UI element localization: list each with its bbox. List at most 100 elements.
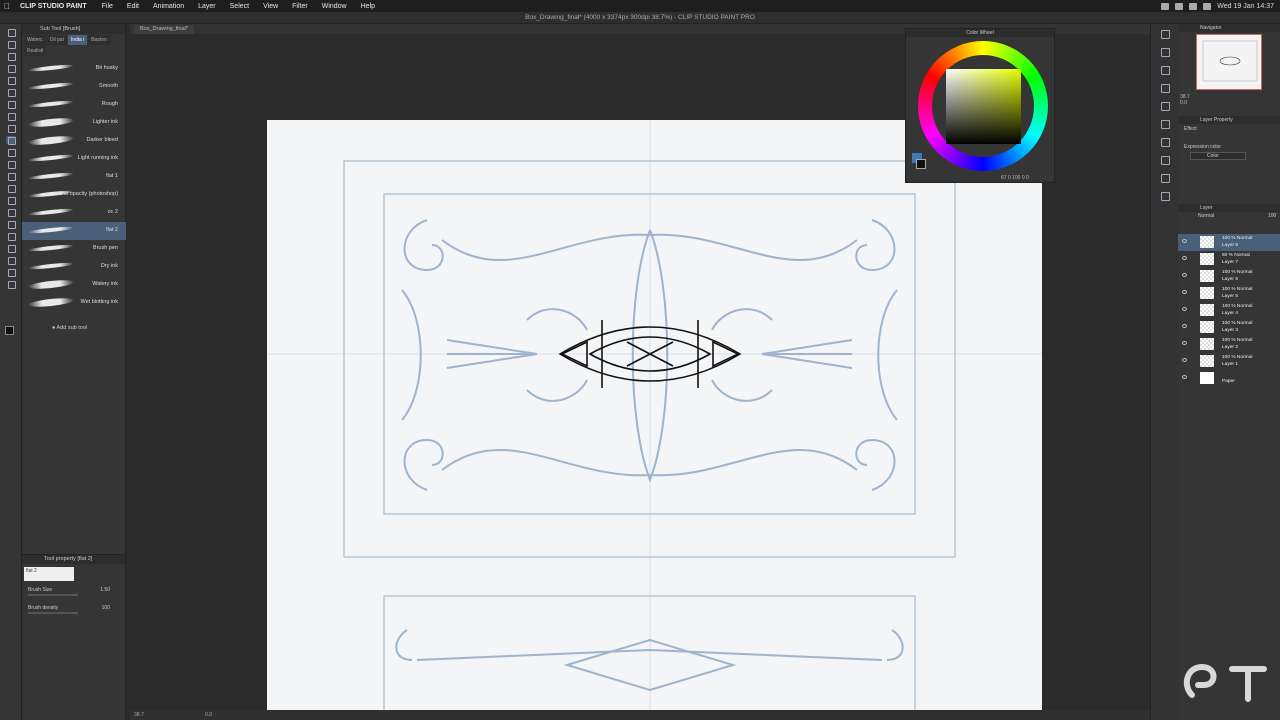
menu-view[interactable]: View	[256, 3, 285, 10]
brush-item[interactable]: Rough	[22, 96, 126, 114]
group-tab-oil-paint[interactable]: Oil pai	[46, 35, 67, 45]
brush-tool-icon[interactable]	[6, 136, 16, 145]
layer-row[interactable]: 60 % Normal Layer 7	[1178, 251, 1280, 268]
main-color-swatch[interactable]	[5, 326, 14, 335]
angle-readout[interactable]: 0.0	[205, 712, 212, 718]
line-correction-tool-icon[interactable]	[6, 280, 16, 289]
menu-help[interactable]: Help	[354, 3, 382, 10]
menu-animation[interactable]: Animation	[146, 3, 191, 10]
timeline-icon[interactable]	[1161, 192, 1170, 201]
operation-tool-icon[interactable]	[6, 52, 16, 61]
eraser-tool-icon[interactable]	[6, 172, 16, 181]
text-tool-icon[interactable]	[6, 256, 16, 265]
menu-file[interactable]: File	[95, 3, 120, 10]
zoom-readout[interactable]: 38.7	[134, 712, 144, 718]
eyedropper-tool-icon[interactable]	[6, 100, 16, 109]
gradient-tool-icon[interactable]	[6, 208, 16, 217]
visibility-icon[interactable]	[1182, 256, 1187, 260]
figure-tool-icon[interactable]	[6, 220, 16, 229]
brush-item[interactable]: round opacity (photoshop)	[22, 186, 126, 204]
visibility-icon[interactable]	[1182, 324, 1187, 328]
visibility-icon[interactable]	[1182, 239, 1187, 243]
paper-canvas[interactable]	[267, 120, 1042, 710]
visibility-icon[interactable]	[1182, 341, 1187, 345]
zoom-tool-icon[interactable]	[6, 28, 16, 37]
brush-size-slider[interactable]	[28, 594, 78, 596]
brush-item[interactable]: Wet blotting ink	[22, 294, 126, 312]
status-icon[interactable]	[1161, 2, 1170, 10]
add-subtool-button[interactable]: ● Add sub tool	[52, 325, 87, 331]
layer-row[interactable]: 100 % Normal Layer 4	[1178, 302, 1280, 319]
balloon-tool-icon[interactable]	[6, 268, 16, 277]
brush-item[interactable]: Dry ink	[22, 258, 126, 276]
sub-view-icon[interactable]	[1161, 48, 1170, 57]
layer-row[interactable]: 100 % Normal Layer 5	[1178, 285, 1280, 302]
wifi-icon[interactable]	[1175, 2, 1184, 10]
visibility-icon[interactable]	[1182, 273, 1187, 277]
navigator-thumbnail[interactable]	[1196, 34, 1262, 90]
brush-item-selected[interactable]: flat 2	[22, 222, 126, 240]
layer-search-icon[interactable]	[1161, 84, 1170, 93]
color-set-icon[interactable]	[1161, 120, 1170, 129]
menu-window[interactable]: Window	[315, 3, 354, 10]
layer-row-selected[interactable]: 100 % Normal Layer 8	[1178, 234, 1280, 251]
brush-item[interactable]: flat 1	[22, 168, 126, 186]
brush-item[interactable]: Brush pen	[22, 240, 126, 258]
brush-item[interactable]: Light running ink	[22, 150, 126, 168]
menu-filter[interactable]: Filter	[285, 3, 315, 10]
menu-edit[interactable]: Edit	[120, 3, 146, 10]
fill-tool-icon[interactable]	[6, 196, 16, 205]
layer-row[interactable]: 100 % Normal Layer 3	[1178, 319, 1280, 336]
item-bank-icon[interactable]	[1161, 66, 1170, 75]
expression-color-select[interactable]: Color	[1190, 152, 1246, 160]
ruler-tool-icon[interactable]	[6, 244, 16, 253]
search-icon[interactable]	[1189, 2, 1198, 10]
group-tab-watercolor[interactable]: Waterc	[24, 35, 46, 45]
brush-size-row[interactable]: Brush Size 1.50	[28, 587, 120, 596]
brush-item[interactable]: Bit husky	[22, 60, 126, 78]
move-layer-tool-icon[interactable]	[6, 64, 16, 73]
brush-item[interactable]: Darker bleed	[22, 132, 126, 150]
material-icon[interactable]	[1161, 138, 1170, 147]
brush-item[interactable]: Smooth	[22, 78, 126, 96]
menu-select[interactable]: Select	[223, 3, 256, 10]
group-tab-baston[interactable]: Baston	[88, 35, 110, 45]
pencil-tool-icon[interactable]	[6, 124, 16, 133]
layer-row-paper[interactable]: Paper	[1178, 370, 1280, 387]
saturation-value-square[interactable]	[946, 69, 1021, 144]
move-tool-icon[interactable]	[6, 40, 16, 49]
quick-access-icon[interactable]	[1161, 174, 1170, 183]
layer-row[interactable]: 100 % Normal Layer 6	[1178, 268, 1280, 285]
pen-tool-icon[interactable]	[6, 112, 16, 121]
brush-density-slider[interactable]	[28, 612, 78, 614]
brush-density-row[interactable]: Brush density 100	[28, 605, 120, 614]
navigator-icon[interactable]	[1161, 30, 1170, 39]
brush-item[interactable]: oc 2	[22, 204, 126, 222]
group-tab-realistic[interactable]: Realisti	[24, 46, 47, 56]
blend-mode-select[interactable]: Normal	[1198, 213, 1214, 219]
group-tab-india-ink[interactable]: India i	[67, 35, 88, 45]
brush-item[interactable]: Watery ink	[22, 276, 126, 294]
visibility-icon[interactable]	[1182, 290, 1187, 294]
decoration-tool-icon[interactable]	[6, 160, 16, 169]
visibility-icon[interactable]	[1182, 375, 1187, 379]
document-tab[interactable]: Box_Drawing_final*	[134, 25, 194, 34]
visibility-icon[interactable]	[1182, 358, 1187, 362]
layer-row[interactable]: 100 % Normal Layer 1	[1178, 353, 1280, 370]
auto-action-icon[interactable]	[1161, 156, 1170, 165]
lasso-tool-icon[interactable]	[6, 88, 16, 97]
apple-icon[interactable]: 	[0, 2, 14, 11]
clock[interactable]: Wed 19 Jan 14:37	[1217, 3, 1274, 10]
airbrush-tool-icon[interactable]	[6, 148, 16, 157]
visibility-icon[interactable]	[1182, 307, 1187, 311]
control-center-icon[interactable]	[1203, 2, 1212, 10]
layer-row[interactable]: 100 % Normal Layer 2	[1178, 336, 1280, 353]
frame-tool-icon[interactable]	[6, 232, 16, 241]
blend-tool-icon[interactable]	[6, 184, 16, 193]
selection-tool-icon[interactable]	[6, 76, 16, 85]
menu-layer[interactable]: Layer	[191, 3, 223, 10]
history-icon[interactable]	[1161, 102, 1170, 111]
app-menu[interactable]: CLIP STUDIO PAINT	[14, 3, 95, 10]
brush-item[interactable]: Lighter ink	[22, 114, 126, 132]
navigator-rotation[interactable]: 0.0	[1180, 100, 1187, 106]
